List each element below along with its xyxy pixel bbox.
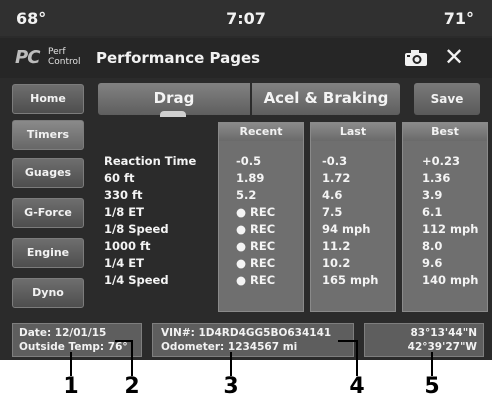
- latitude-text: 83°13'44"N: [410, 327, 477, 339]
- cell-recent: ● REC: [236, 239, 276, 253]
- callout-line-2: [131, 340, 133, 376]
- cell-best: 8.0: [422, 239, 443, 253]
- cell-recent: -0.5: [236, 154, 262, 168]
- clock: 7:07: [226, 9, 266, 28]
- date-text: Date: 12/01/15: [19, 327, 107, 339]
- active-tab-indicator: [160, 111, 186, 117]
- cell-recent: ● REC: [236, 205, 276, 219]
- nav-gforce-button[interactable]: G-Force: [12, 198, 84, 228]
- cell-last: 11.2: [322, 239, 351, 253]
- cell-last: 4.6: [322, 188, 343, 202]
- tab-accel-braking[interactable]: Acel & Braking: [252, 83, 400, 115]
- row-label: 1/4 ET: [104, 256, 144, 270]
- nav-dyno-button[interactable]: Dyno: [12, 278, 84, 308]
- cell-last: -0.3: [322, 154, 348, 168]
- vehicle-info-box: VIN#: 1D4RD4GG5BO634141 Odometer: 123456…: [152, 323, 354, 357]
- cell-last: 7.5: [322, 205, 343, 219]
- callout-line-3: [230, 352, 232, 376]
- cell-recent: ● REC: [236, 273, 276, 287]
- row-label: 60 ft: [104, 171, 135, 185]
- cell-best: 6.1: [422, 205, 443, 219]
- cell-last: 165 mph: [322, 273, 379, 287]
- column-header-last: Last: [311, 123, 395, 141]
- cell-recent: ● REC: [236, 222, 276, 236]
- callout-4: 4: [349, 374, 365, 399]
- cell-last: 94 mph: [322, 222, 371, 236]
- status-bar: 68° 7:07 71°: [0, 0, 492, 36]
- nav-guages-button[interactable]: Guages: [12, 158, 84, 188]
- infotainment-screen: 68° 7:07 71° PC Perf Control Performance …: [0, 0, 492, 360]
- callout-line-4: [356, 340, 358, 376]
- cell-best: +0.23: [422, 154, 461, 168]
- column-header-recent: Recent: [219, 123, 303, 141]
- cell-recent: 5.2: [236, 188, 257, 202]
- outside-temp-text: Outside Temp: 76°: [19, 341, 128, 353]
- logo-sub-perf: Perf: [48, 47, 66, 57]
- page-title: Performance Pages: [96, 49, 261, 67]
- callout-3: 3: [223, 374, 239, 399]
- logo-sub-control: Control: [48, 57, 81, 67]
- callout-line-4-h: [338, 340, 357, 342]
- cell-best: 9.6: [422, 256, 443, 270]
- cell-best: 112 mph: [422, 222, 479, 236]
- row-label: 1/8 Speed: [104, 222, 169, 236]
- perf-control-logo: PC Perf Control: [12, 46, 86, 70]
- logo-pc: PC: [15, 47, 40, 68]
- cell-recent: 1.89: [236, 171, 265, 185]
- camera-icon[interactable]: [404, 49, 428, 67]
- cell-last: 1.72: [322, 171, 351, 185]
- callout-1: 1: [63, 374, 79, 399]
- nav-home-button[interactable]: Home: [12, 84, 84, 114]
- gps-box: 83°13'44"N 42°39'27"W: [364, 323, 484, 357]
- callout-line-1: [70, 352, 72, 376]
- nav-engine-button[interactable]: Engine: [12, 238, 84, 268]
- row-label: 1/8 ET: [104, 205, 144, 219]
- title-bar: PC Perf Control Performance Pages ✕: [0, 38, 492, 78]
- row-label: 330 ft: [104, 188, 143, 202]
- logo-sub: Perf Control: [48, 47, 81, 67]
- callout-2: 2: [124, 374, 140, 399]
- row-label: Reaction Time: [104, 154, 197, 168]
- cell-best: 1.36: [422, 171, 451, 185]
- cell-recent: ● REC: [236, 256, 276, 270]
- column-header-best: Best: [403, 123, 487, 141]
- cell-best: 3.9: [422, 188, 443, 202]
- row-label: 1000 ft: [104, 239, 151, 253]
- nav-timers-button[interactable]: Timers: [12, 120, 84, 150]
- callout-line-2-h: [115, 340, 132, 342]
- callout-5: 5: [424, 374, 440, 399]
- callout-line-5: [431, 352, 433, 376]
- save-button[interactable]: Save: [414, 83, 480, 115]
- longitude-text: 42°39'27"W: [407, 341, 477, 353]
- cell-last: 10.2: [322, 256, 351, 270]
- outside-temp-right: 71°: [443, 9, 474, 28]
- vin-text: VIN#: 1D4RD4GG5BO634141: [161, 327, 332, 339]
- cell-best: 140 mph: [422, 273, 479, 287]
- close-icon[interactable]: ✕: [444, 43, 464, 71]
- row-label: 1/4 Speed: [104, 273, 169, 287]
